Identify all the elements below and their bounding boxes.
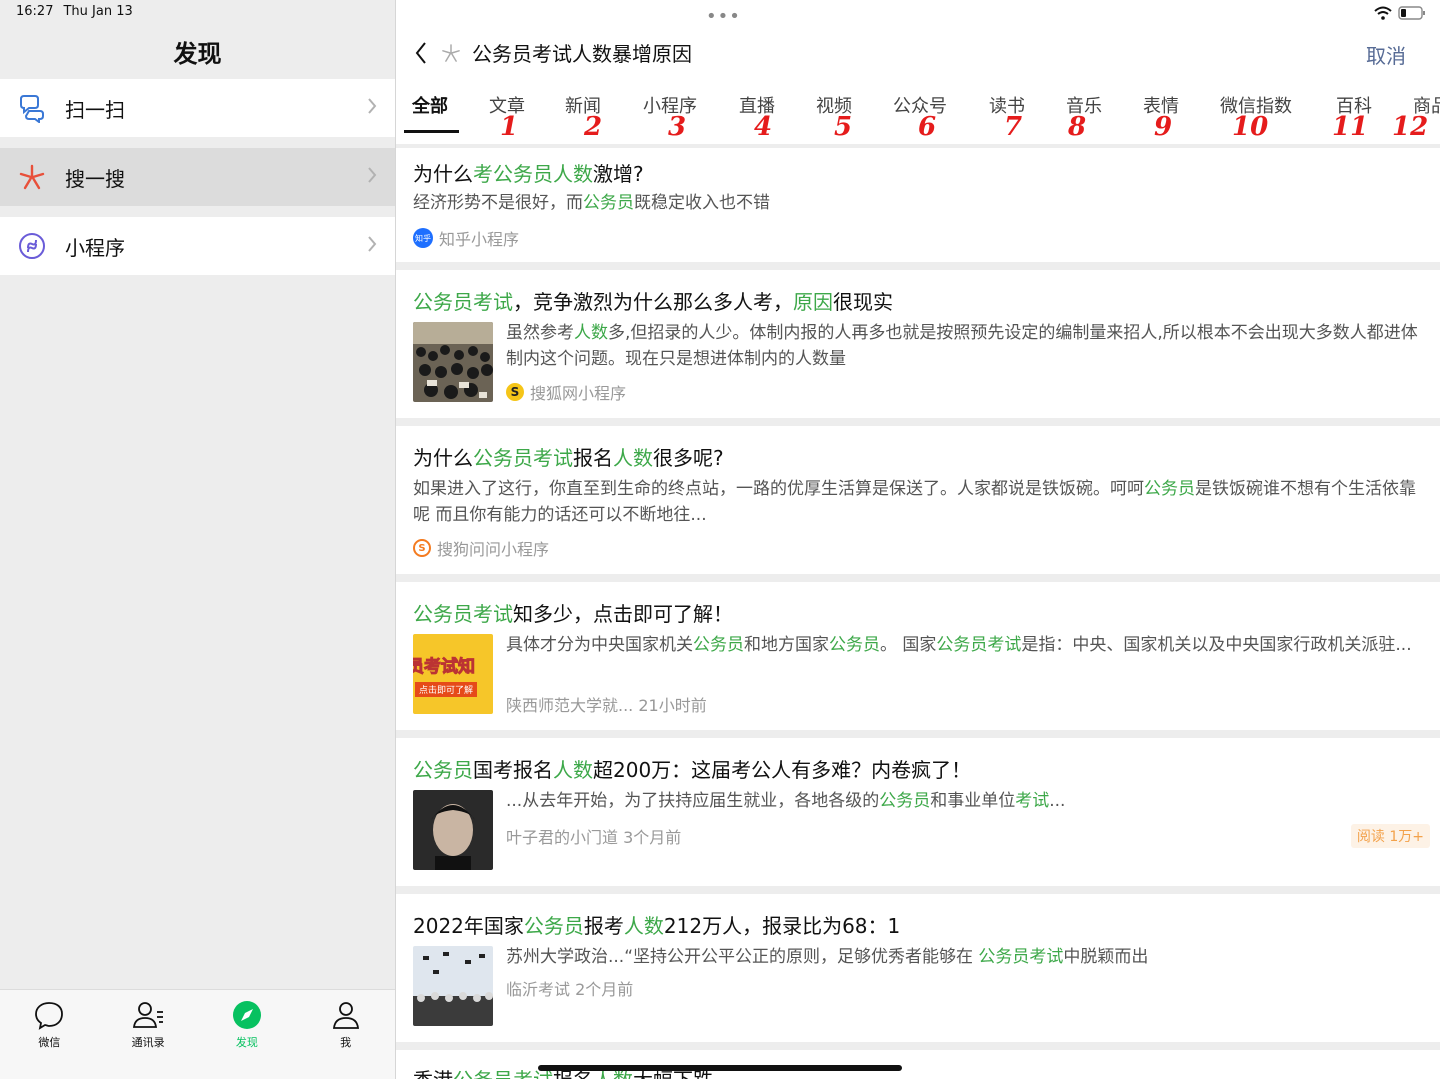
result-title: 为什么公务员考试报名人数很多呢? [413,446,724,470]
profile-icon [332,1002,359,1029]
thumbnail-text: 员考试知 [413,657,476,678]
result-thumbnail [413,322,493,402]
search-sparkle-icon [17,162,47,192]
result-source: 陕西师范大学就... 21小时前 [506,696,707,715]
search-input[interactable]: 公务员考试人数暴增原因 [472,38,692,67]
menu-item-mini-program[interactable]: 小程序 [0,217,395,275]
result-source: 知乎 知乎小程序 [413,228,520,249]
result-description: 具体才分为中央国家机关公务员和地方国家公务员。 国家公务员考试是指：中央、国家机… [506,635,1412,655]
annotation-number: 9 [1154,112,1173,142]
tab-chats[interactable]: 微信 [0,990,99,1079]
annotation-number: 8 [1068,112,1087,142]
multitask-dots-icon[interactable]: ••• [706,6,741,27]
result-description: 苏州大学政治...“坚持公开公平公正的原则，足够优秀者能够在 公务员考试中脱颖而… [506,947,1149,967]
wifi-icon [1374,6,1392,20]
search-result[interactable]: 公务员考试，竞争激烈为什么那么多人考，原因很现实 虽然参考人数多,但招录的人少。… [396,270,1440,418]
status-indicators [1374,6,1426,20]
sohu-logo-icon: S [506,383,524,401]
chat-icon [35,1002,64,1030]
menu-label: 小程序 [65,235,125,260]
search-results-pane: ••• 公务员考试人数暴增原因 取消 全部 文章 新闻 小程序 直播 视频 公众… [396,0,1440,1079]
chevron-right-icon [368,236,377,252]
annotation-number: 12 [1392,112,1429,142]
search-bar[interactable]: 公务员考试人数暴增原因 [414,38,692,67]
annotation-number: 1 [500,112,519,142]
contacts-icon [133,1002,164,1028]
active-tab-underline [404,130,459,133]
tab-me[interactable]: 我 [296,990,395,1079]
search-sparkle-icon [442,43,460,62]
tab-label: 微信 [38,1036,61,1049]
result-description: 如果进入了这行，你直至到生命的终点站，一路的优厚生活算是保送了。人家都说是铁饭碗… [413,479,1416,525]
result-source: S 搜狗问问小程序 [413,536,549,560]
sogou-logo-icon: S [413,539,431,557]
annotation-number: 7 [1004,112,1023,142]
search-result[interactable]: 为什么考公务员人数激增? 经济形势不是很好，而公务员既稳定收入也不错 知乎 知乎… [396,148,1440,262]
category-tabs: 全部 文章 新闻 小程序 直播 视频 公众号 读书 音乐 表情 微信指数 百科 … [396,88,1440,142]
scan-icon [17,93,47,123]
result-description: ...从去年开始，为了扶持应届生就业，各地各级的公务员和事业单位考试... [506,791,1066,811]
annotation-number: 2 [584,112,603,142]
result-title: 公务员考试，竞争激烈为什么那么多人考，原因很现实 [413,290,893,314]
result-title: 公务员国考报名人数超200万：这届考公人有多难？内卷疯了！ [413,758,972,782]
cancel-button[interactable]: 取消 [1366,40,1406,69]
chevron-right-icon [368,167,377,183]
tab-contacts[interactable]: 通讯录 [99,990,198,1079]
result-source: 临沂考试 2个月前 [506,980,634,999]
date: Thu Jan 13 [63,4,133,19]
result-description: 经济形势不是很好，而公务员既稳定收入也不错 [413,193,770,213]
result-source: S 搜狐网小程序 [506,380,626,404]
result-thumbnail: 员考试知 点击即可了解 [413,634,493,714]
annotation-number: 5 [834,112,853,142]
menu-label: 扫一扫 [65,97,125,122]
search-result[interactable]: 2022年国家公务员报考人数212万人，报录比为68：1 苏州大学政治...“坚… [396,894,1440,1042]
bottom-tab-bar: 微信 通讯录 发现 我 [0,989,395,1079]
status-time: 16:27 Thu Jan 13 [16,4,143,19]
annotation-number: 6 [918,112,937,142]
annotation-number: 3 [668,112,687,142]
result-title: 为什么考公务员人数激增? [413,162,644,186]
tab-all[interactable]: 全部 [412,92,448,118]
mini-program-icon [17,231,47,261]
search-header: ••• 公务员考试人数暴增原因 取消 全部 文章 新闻 小程序 直播 视频 公众… [396,0,1440,144]
result-title: 公务员考试知多少，点击即可了解！ [413,602,733,626]
page-title: 发现 [173,40,222,68]
home-indicator[interactable] [538,1065,902,1071]
search-result[interactable]: 公务员国考报名人数超200万：这届考公人有多难？内卷疯了！ ...从去年开始，为… [396,738,1440,886]
result-thumbnail [413,790,493,870]
zhihu-logo-icon: 知乎 [413,228,433,248]
battery-icon [1398,6,1425,20]
result-thumbnail [413,946,493,1026]
result-source: 叶子君的小门道 3个月前 [506,828,682,847]
clock: 16:27 [16,4,54,19]
thumbnail-button-text: 点击即可了解 [415,682,478,697]
tab-label: 发现 [235,1036,258,1049]
compass-icon [232,1001,261,1029]
annotation-number: 4 [754,112,773,142]
read-count-badge: 阅读 1万+ [1350,824,1430,848]
tab-label: 我 [340,1036,352,1049]
menu-item-search[interactable]: 搜一搜 [0,148,395,206]
search-result[interactable]: 为什么公务员考试报名人数很多呢? 如果进入了这行，你直至到生命的终点站，一路的优… [396,426,1440,574]
menu-label: 搜一搜 [65,166,125,191]
result-description: 虽然参考人数多,但招录的人少。体制内报的人再多也就是按照预先设定的编制量来招人,… [506,323,1418,369]
tab-label: 通讯录 [131,1036,165,1049]
tab-discover[interactable]: 发现 [198,990,297,1079]
result-title: 2022年国家公务员报考人数212万人，报录比为68：1 [413,914,901,938]
annotation-number: 10 [1232,112,1269,142]
annotation-number: 11 [1332,112,1369,142]
search-result[interactable]: 公务员考试知多少，点击即可了解！ 员考试知 点击即可了解 具体才分为中央国家机关… [396,582,1440,730]
back-icon[interactable] [414,41,428,65]
chevron-right-icon [368,98,377,114]
menu-item-scan[interactable]: 扫一扫 [0,79,395,137]
discover-pane: 16:27 Thu Jan 13 发现 扫一扫 搜一搜 小程序 微信 通讯录 发… [0,0,395,1079]
